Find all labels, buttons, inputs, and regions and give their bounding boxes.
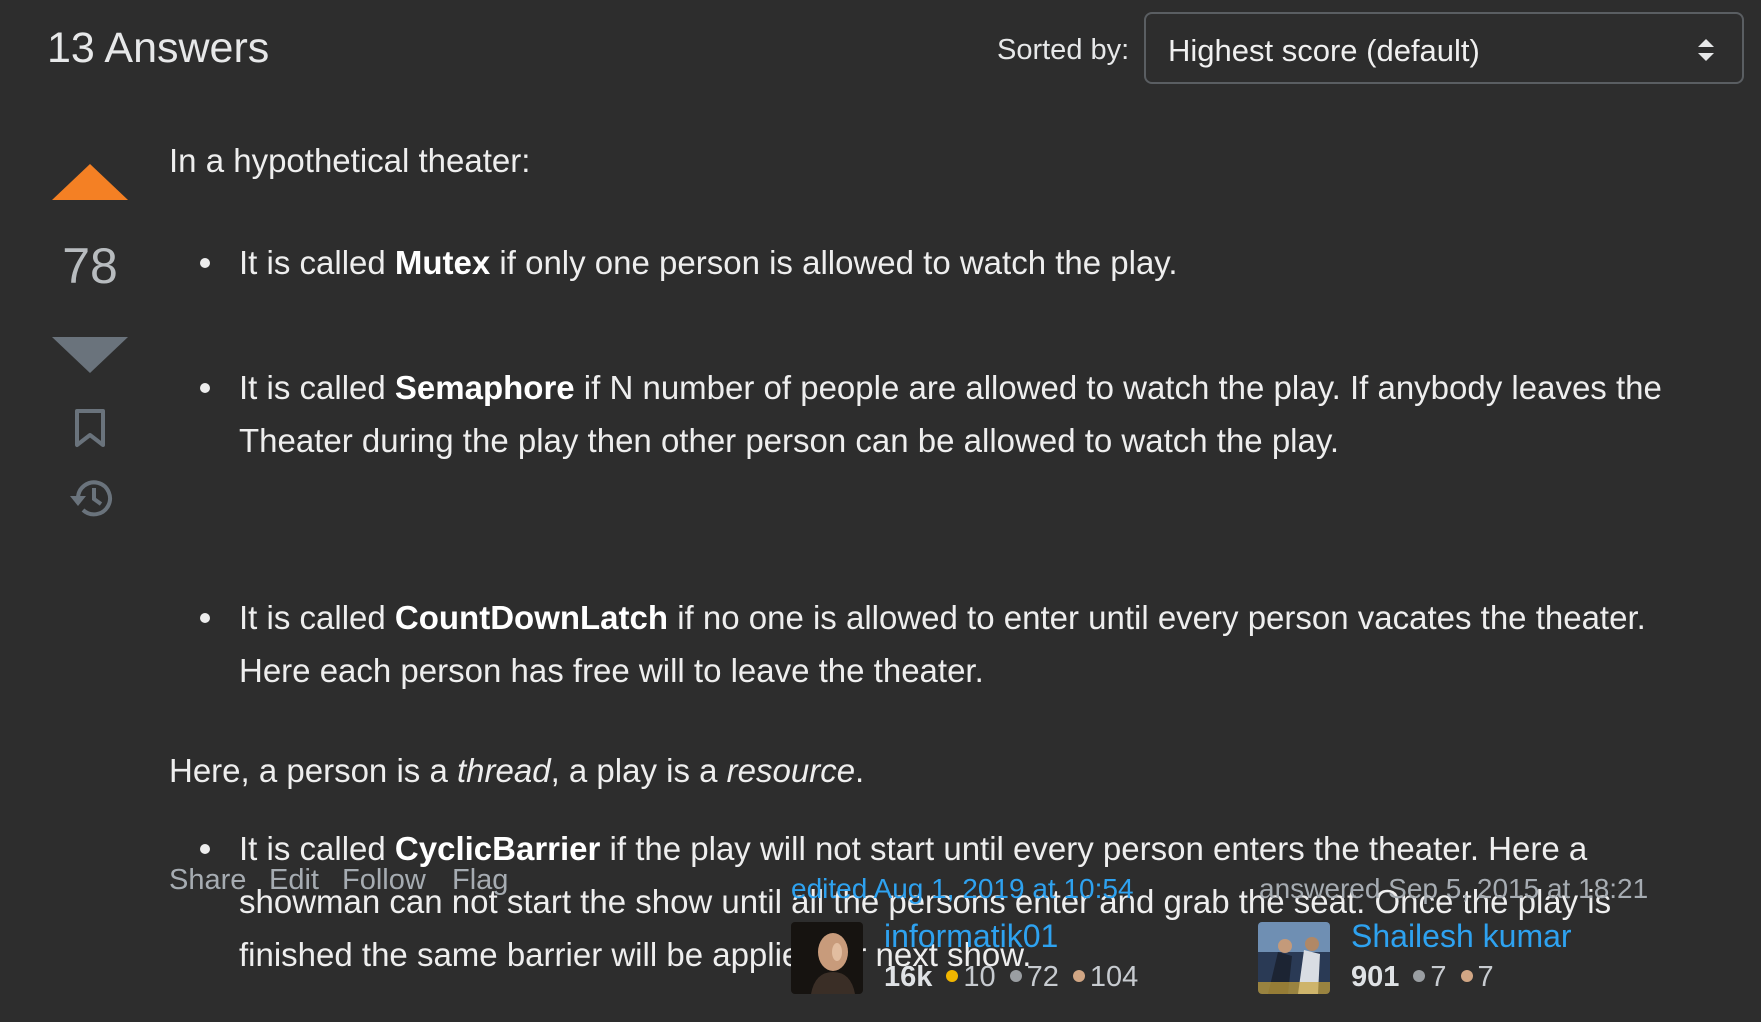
author-reputation: 901 7 7 [1351,961,1494,993]
post-outro: Here, a person is a thread, a play is a … [169,752,865,789]
term-countdownlatch: CountDownLatch [394,599,669,636]
answered-timestamp[interactable]: answered Sep 5, 2015 at 18:21 [1259,873,1648,905]
reputation-score: 16k [884,961,933,993]
silver-badge-icon [1413,970,1426,983]
term-mutex: Mutex [394,244,491,281]
bullet-icon [200,383,210,393]
history-icon[interactable] [66,476,114,520]
post-intro: In a hypothetical theater: [169,142,531,179]
vote-score: 78 [62,238,118,294]
definition-list: It is called Mutex if only one person is… [169,236,1709,973]
list-item: It is called CountDownLatch if no one is… [169,591,1709,697]
sort-select-value: Highest score (default) [1168,33,1480,68]
upvote-button[interactable] [52,163,128,201]
reputation-score: 901 [1351,961,1400,993]
bullet-icon [200,613,210,623]
follow-link[interactable]: Follow [342,864,426,897]
author-avatar[interactable] [1258,922,1330,994]
silver-badge-icon [1009,970,1022,983]
term-thread: thread [456,752,551,789]
bronze-badge-icon [1460,970,1473,983]
answers-count-heading: 13 Answers [47,24,270,72]
editor-avatar[interactable] [791,922,863,994]
editor-reputation: 16k 10 72 104 [884,961,1139,993]
share-link[interactable]: Share [169,864,246,897]
bronze-badge-icon [1072,970,1085,983]
term-cyclicbarrier: CyclicBarrier [394,830,601,867]
bullet-icon [200,258,210,268]
sort-label: Sorted by: [997,34,1130,66]
sort-select[interactable]: Highest score (default) [1144,12,1744,84]
term-resource: resource [726,752,856,789]
edit-link[interactable]: Edit [269,864,319,897]
gold-badge-icon [946,970,959,983]
author-name-link[interactable]: Shailesh kumar [1351,918,1572,955]
term-semaphore: Semaphore [394,369,575,406]
flag-link[interactable]: Flag [452,864,508,897]
downvote-button[interactable] [52,336,128,374]
sort-chevrons-icon [1698,39,1714,61]
list-item: It is called Mutex if only one person is… [169,236,1709,289]
edited-timestamp-link[interactable]: edited Aug 1, 2019 at 10:54 [791,873,1134,905]
editor-name-link[interactable]: informatik01 [884,918,1058,955]
bullet-icon [200,844,210,854]
list-item: It is called Semaphore if N number of pe… [169,361,1709,467]
bookmark-icon[interactable] [73,408,107,448]
